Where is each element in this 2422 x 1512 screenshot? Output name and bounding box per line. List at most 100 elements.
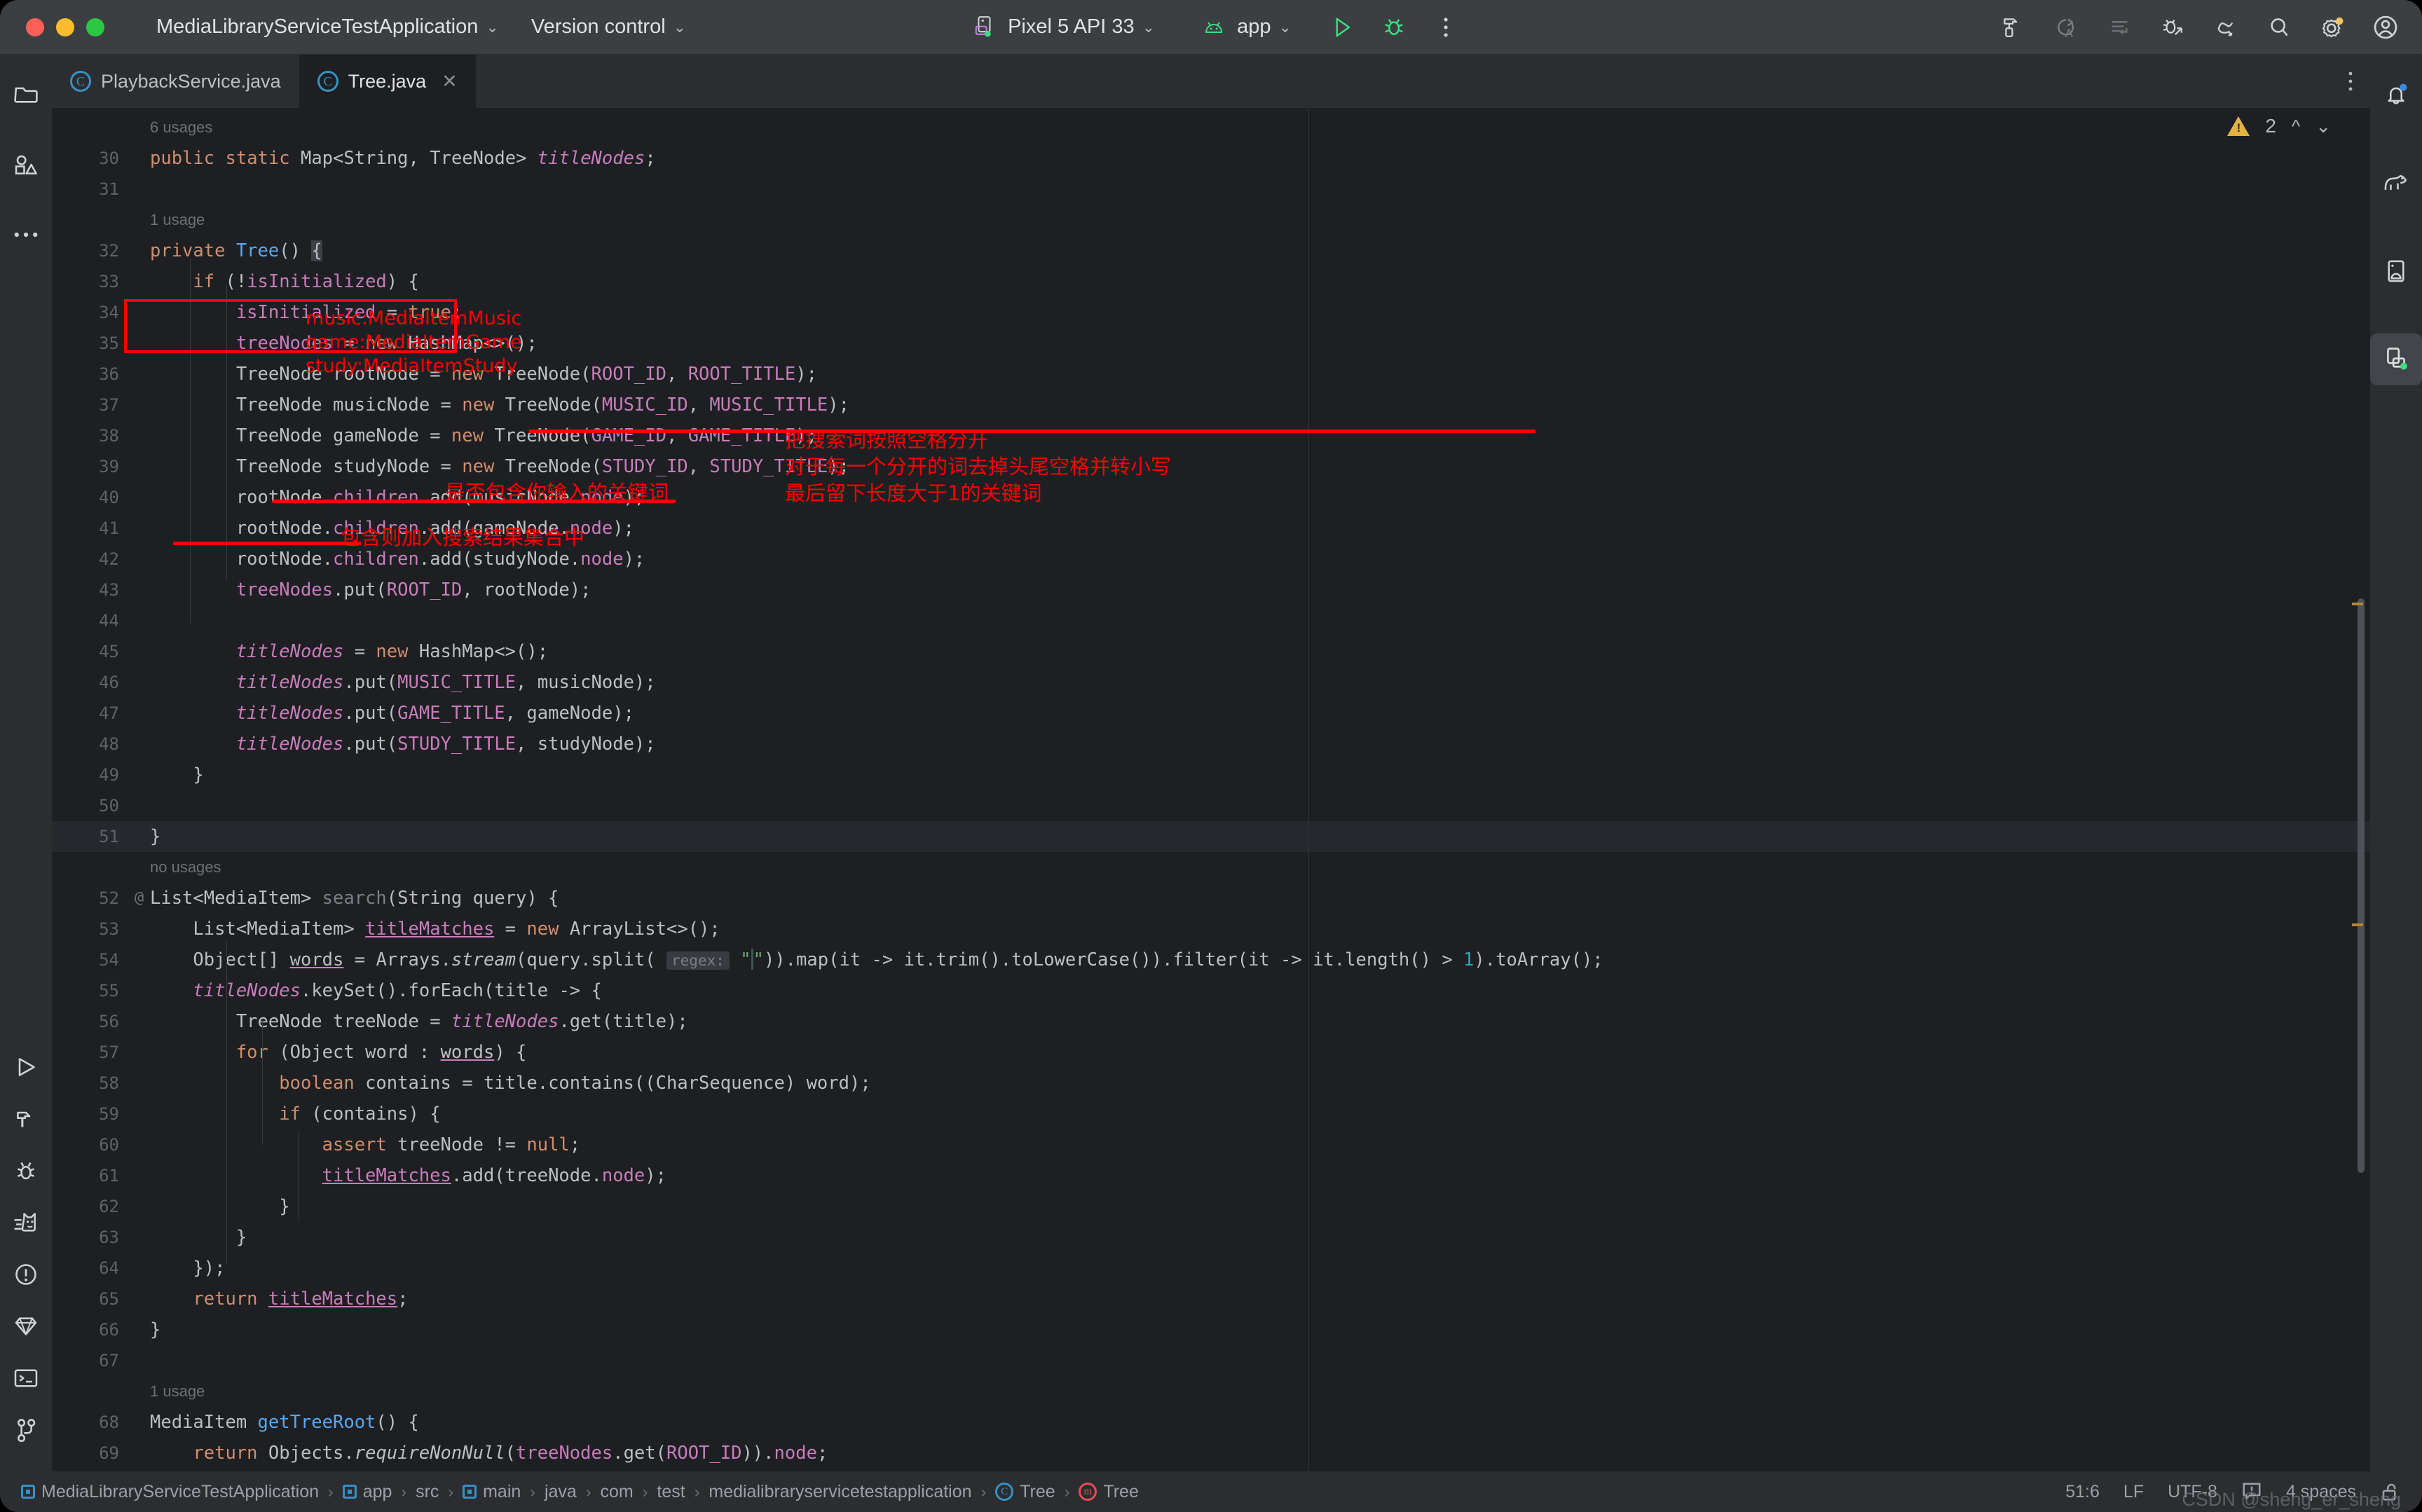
search-icon[interactable] <box>2264 12 2294 43</box>
line-separator[interactable]: LF <box>2123 1482 2144 1502</box>
sidebar-item-terminal[interactable] <box>0 1352 52 1404</box>
device-selector[interactable]: Pixel 5 API 33 ⌄ <box>961 8 1163 47</box>
code-line-47[interactable]: 47 titleNodes.put(GAME_TITLE, gameNode); <box>52 698 2370 729</box>
code-line-51[interactable]: 51} <box>52 821 2370 852</box>
tab-playbackservice-java[interactable]: C PlaybackService.java <box>52 55 299 108</box>
code-line-43[interactable]: 43 treeNodes.put(ROOT_ID, rootNode); <box>52 575 2370 605</box>
code-line-48[interactable]: 48 titleNodes.put(STUDY_TITLE, studyNode… <box>52 729 2370 760</box>
code-line-30[interactable]: 30 public static Map<String, TreeNode> ti… <box>52 143 2370 174</box>
inspection-widget-icon[interactable] <box>2241 1482 2262 1501</box>
sidebar-item-run[interactable] <box>0 1041 52 1093</box>
sidebar-item-gradle[interactable] <box>2370 157 2422 209</box>
code-line-31[interactable]: 31 <box>52 174 2370 205</box>
code-line-40[interactable]: 40 rootNode.children.add(musicNode.node)… <box>52 482 2370 513</box>
code-line-41[interactable]: 41 rootNode.children.add(gameNode.node); <box>52 513 2370 544</box>
code-line-33[interactable]: 33 if (!isInitialized) { <box>52 266 2370 297</box>
editor-tab-options[interactable] <box>2348 55 2370 108</box>
sidebar-item-resource-manager[interactable] <box>0 139 52 191</box>
breadcrumb[interactable]: MediaLibraryServiceTestApplication › app › s… <box>21 1482 1139 1502</box>
code-line-34[interactable]: 34 isInitialized = true; <box>52 297 2370 328</box>
translate-icon[interactable]: A <box>2051 12 2081 43</box>
code-line-36[interactable]: 36 TreeNode rootNode = new TreeNode(ROOT… <box>52 359 2370 390</box>
code-line-63[interactable]: 63 } <box>52 1222 2370 1253</box>
breadcrumb-item-test[interactable]: test <box>657 1482 685 1502</box>
sidebar-item-build[interactable] <box>0 1093 52 1145</box>
account-avatar-icon[interactable] <box>2370 12 2401 43</box>
code-line-56[interactable]: 56 TreeNode treeNode = titleNodes.get(ti… <box>52 1006 2370 1037</box>
inspection-widget[interactable]: 2 ^ ⌄ <box>2227 115 2331 137</box>
code-line-32[interactable]: 32 private Tree() { <box>52 235 2370 266</box>
breadcrumb-item-medialibraryservicetestapplication[interactable]: medialibraryservicetestapplication <box>709 1482 971 1502</box>
editor-scrollbar[interactable] <box>2352 108 2366 1471</box>
code-line-68[interactable]: 68 MediaItem getTreeRoot() { <box>52 1407 2370 1438</box>
sidebar-item-more[interactable] <box>0 209 52 261</box>
code-line-60[interactable]: 60 assert treeNode != null; <box>52 1129 2370 1160</box>
window-controls[interactable] <box>0 18 104 36</box>
breadcrumb-item-tree[interactable]: C Tree <box>995 1482 1055 1502</box>
tab-tree-java[interactable]: C Tree.java ✕ <box>299 55 476 108</box>
attach-debugger-icon[interactable] <box>2157 12 2188 43</box>
run-button[interactable] <box>1327 12 1357 43</box>
code-line-57[interactable]: 57 for (Object word : words) { <box>52 1037 2370 1068</box>
code-line-66[interactable]: 66} <box>52 1314 2370 1345</box>
code-line-37[interactable]: 37 TreeNode musicNode = new TreeNode(MUS… <box>52 390 2370 420</box>
code-line-67[interactable]: 67 <box>52 1345 2370 1376</box>
breadcrumb-item-medialibraryservicetestapplication[interactable]: MediaLibraryServiceTestApplication <box>21 1482 319 1502</box>
run-configuration-selector[interactable]: app ⌄ <box>1190 8 1300 47</box>
sidebar-item-debug[interactable] <box>0 1145 52 1197</box>
breadcrumb-item-com[interactable]: com <box>601 1482 634 1502</box>
caret-position[interactable]: 51:6 <box>2065 1482 2100 1502</box>
maximize-window-button[interactable] <box>86 18 104 36</box>
indent-setting[interactable]: 4 spaces <box>2286 1482 2356 1502</box>
code-line-65[interactable]: 65 return titleMatches; <box>52 1284 2370 1314</box>
breadcrumb-item-java[interactable]: java <box>545 1482 577 1502</box>
debug-button[interactable] <box>1378 12 1409 43</box>
version-control-menu[interactable]: Version control ⌄ <box>523 11 695 43</box>
code-line-54[interactable]: 54 Object[] words = Arrays.stream(query.… <box>52 944 2370 975</box>
code-line-55[interactable]: 55 titleNodes.keySet().forEach(title -> … <box>52 975 2370 1006</box>
project-selector[interactable]: MediaLibraryServiceTestApplication ⌄ <box>148 11 507 43</box>
code-line-62[interactable]: 62 } <box>52 1191 2370 1222</box>
close-icon[interactable]: ✕ <box>442 71 458 92</box>
sidebar-item-problems[interactable] <box>0 1249 52 1300</box>
code-line-52[interactable]: 52 @ List<MediaItem> search(String query) … <box>52 883 2370 914</box>
code-line-35[interactable]: 35 treeNodes = new HashMap<>(); <box>52 328 2370 359</box>
sidebar-item-version-control[interactable] <box>0 1404 52 1456</box>
close-window-button[interactable] <box>26 18 44 36</box>
minimize-window-button[interactable] <box>56 18 74 36</box>
more-vertical-icon[interactable] <box>1430 12 1461 43</box>
breadcrumb-item-src[interactable]: src <box>416 1482 439 1502</box>
code-line-58[interactable]: 58 boolean contains = title.contains((Ch… <box>52 1068 2370 1099</box>
code-line-46[interactable]: 46 titleNodes.put(MUSIC_TITLE, musicNode… <box>52 667 2370 698</box>
sidebar-item-notifications[interactable] <box>2370 69 2422 121</box>
code-line-50[interactable]: 50 <box>52 790 2370 821</box>
code-line-45[interactable]: 45 titleNodes = new HashMap<>(); <box>52 636 2370 667</box>
code-line-44[interactable]: 44 <box>52 605 2370 636</box>
breadcrumb-item-app[interactable]: app <box>342 1482 392 1502</box>
code-line-61[interactable]: 61 titleMatches.add(treeNode.node); <box>52 1160 2370 1191</box>
code-line-64[interactable]: 64 }); <box>52 1253 2370 1284</box>
profiler-icon[interactable] <box>2210 12 2241 43</box>
sidebar-item-device-manager[interactable] <box>2370 245 2422 297</box>
sidebar-item-running-devices[interactable] <box>2370 334 2422 385</box>
sidebar-item-logcat[interactable] <box>0 1197 52 1249</box>
code-line-59[interactable]: 59 if (contains) { <box>52 1099 2370 1129</box>
code-editor[interactable]: 2 ^ ⌄ 6 usages 30public static Map<String… <box>52 108 2370 1471</box>
sidebar-item-project[interactable] <box>0 69 52 121</box>
code-lines[interactable]: 6 usages 30 public static Map<String, Tree… <box>52 108 2370 1471</box>
file-encoding[interactable]: UTF-8 <box>2168 1482 2217 1502</box>
code-line-39[interactable]: 39 TreeNode studyNode = new TreeNode(STU… <box>52 451 2370 482</box>
settings-gear-icon[interactable] <box>2317 12 2348 43</box>
sidebar-item-app-quality-insights[interactable] <box>0 1300 52 1352</box>
code-line-53[interactable]: 53 List<MediaItem> titleMatches = new Ar… <box>52 914 2370 944</box>
unlocked-icon[interactable] <box>2380 1482 2401 1501</box>
next-problem-icon[interactable]: ⌄ <box>2315 116 2331 137</box>
build-hammer-icon[interactable] <box>1997 12 2028 43</box>
code-line-69[interactable]: 69 return Objects.requireNonNull(treeNod… <box>52 1438 2370 1469</box>
code-line-42[interactable]: 42 rootNode.children.add(studyNode.node)… <box>52 544 2370 575</box>
previous-problem-icon[interactable]: ^ <box>2292 116 2300 137</box>
reformat-icon[interactable] <box>2104 12 2135 43</box>
breadcrumb-item-tree[interactable]: m Tree <box>1079 1482 1139 1502</box>
code-line-38[interactable]: 38 TreeNode gameNode = new TreeNode(GAME… <box>52 420 2370 451</box>
code-line-49[interactable]: 49 } <box>52 760 2370 790</box>
